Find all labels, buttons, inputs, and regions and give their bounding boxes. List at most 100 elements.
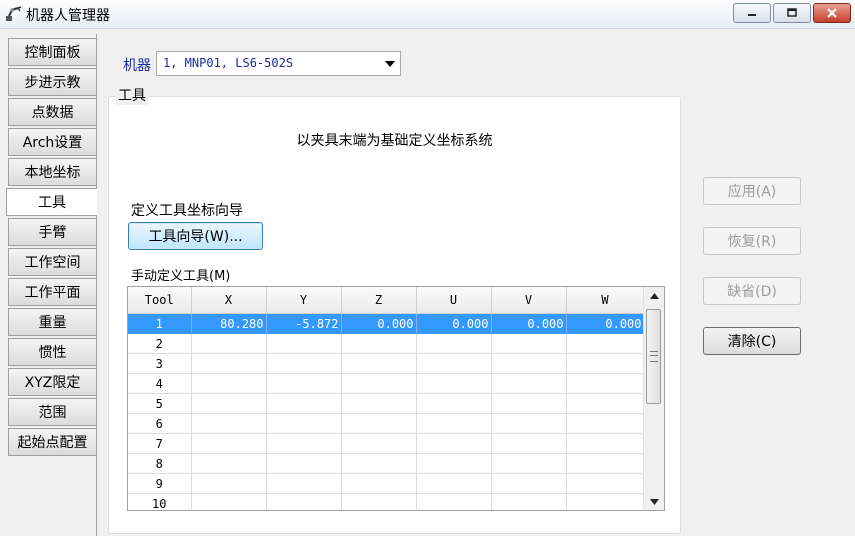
- z-cell[interactable]: [341, 473, 417, 494]
- u-cell[interactable]: [416, 393, 492, 414]
- tool-cell[interactable]: 7: [128, 433, 192, 454]
- y-cell[interactable]: [266, 373, 342, 394]
- scroll-thumb[interactable]: [646, 309, 661, 404]
- column-header-w[interactable]: W: [566, 287, 645, 314]
- v-cell[interactable]: [491, 333, 567, 354]
- u-cell[interactable]: [416, 333, 492, 354]
- close-button[interactable]: [813, 3, 851, 23]
- minimize-button[interactable]: [733, 3, 771, 23]
- y-cell[interactable]: [266, 393, 342, 414]
- y-cell[interactable]: [266, 473, 342, 494]
- x-cell[interactable]: [191, 473, 267, 494]
- u-cell[interactable]: [416, 433, 492, 454]
- y-cell[interactable]: [266, 493, 342, 510]
- x-cell[interactable]: [191, 413, 267, 434]
- tab-xyz-limits[interactable]: XYZ限定: [8, 368, 96, 396]
- w-cell[interactable]: [566, 493, 645, 510]
- z-cell[interactable]: [341, 493, 417, 510]
- v-cell[interactable]: [491, 413, 567, 434]
- y-cell[interactable]: [266, 433, 342, 454]
- restore-button[interactable]: 恢复(R): [703, 227, 801, 255]
- u-cell[interactable]: [416, 453, 492, 474]
- v-cell[interactable]: 0.000: [491, 313, 567, 334]
- v-cell[interactable]: [491, 453, 567, 474]
- z-cell[interactable]: [341, 333, 417, 354]
- table-row[interactable]: 7: [128, 433, 645, 454]
- x-cell[interactable]: [191, 333, 267, 354]
- w-cell[interactable]: [566, 353, 645, 374]
- tool-cell[interactable]: 9: [128, 473, 192, 494]
- tool-cell[interactable]: 4: [128, 373, 192, 394]
- w-cell[interactable]: [566, 433, 645, 454]
- v-cell[interactable]: [491, 393, 567, 414]
- clear-button[interactable]: 清除(C): [703, 327, 801, 355]
- y-cell[interactable]: [266, 453, 342, 474]
- tab-control-panel[interactable]: 控制面板: [8, 38, 96, 66]
- tab-local[interactable]: 本地坐标: [8, 158, 96, 186]
- x-cell[interactable]: [191, 433, 267, 454]
- v-cell[interactable]: [491, 493, 567, 510]
- tab-inertia[interactable]: 惯性: [8, 338, 96, 366]
- column-header-v[interactable]: V: [491, 287, 567, 314]
- tab-range[interactable]: 范围: [8, 398, 96, 426]
- z-cell[interactable]: [341, 393, 417, 414]
- default-button[interactable]: 缺省(D): [703, 277, 801, 305]
- w-cell[interactable]: [566, 413, 645, 434]
- x-cell[interactable]: 80.280: [191, 313, 267, 334]
- column-header-x[interactable]: X: [191, 287, 267, 314]
- tool-cell[interactable]: 1: [128, 313, 192, 334]
- v-cell[interactable]: [491, 473, 567, 494]
- tool-grid[interactable]: Tool X Y Z U V W 1 80.280 -5.872 0.000 0…: [127, 286, 665, 511]
- tool-cell[interactable]: 3: [128, 353, 192, 374]
- u-cell[interactable]: [416, 353, 492, 374]
- robot-select[interactable]: 1, MNP01, LS6-502S: [156, 51, 401, 76]
- table-row[interactable]: 10: [128, 493, 645, 510]
- u-cell[interactable]: [416, 493, 492, 510]
- tool-wizard-button[interactable]: 工具向导(W)...: [128, 222, 263, 250]
- w-cell[interactable]: [566, 393, 645, 414]
- tab-tools[interactable]: 工具: [6, 188, 97, 216]
- tool-cell[interactable]: 2: [128, 333, 192, 354]
- table-row[interactable]: 4: [128, 373, 645, 394]
- vertical-scrollbar[interactable]: [643, 287, 664, 510]
- z-cell[interactable]: 0.000: [341, 313, 417, 334]
- w-cell[interactable]: [566, 373, 645, 394]
- w-cell[interactable]: 0.000: [566, 313, 645, 334]
- tab-point-data[interactable]: 点数据: [8, 98, 96, 126]
- tool-cell[interactable]: 6: [128, 413, 192, 434]
- tab-home-config[interactable]: 起始点配置: [8, 428, 96, 456]
- u-cell[interactable]: [416, 473, 492, 494]
- x-cell[interactable]: [191, 393, 267, 414]
- table-row[interactable]: 2: [128, 333, 645, 354]
- column-header-y[interactable]: Y: [266, 287, 342, 314]
- z-cell[interactable]: [341, 353, 417, 374]
- z-cell[interactable]: [341, 433, 417, 454]
- maximize-button[interactable]: [773, 3, 811, 23]
- column-header-u[interactable]: U: [416, 287, 492, 314]
- tab-arch[interactable]: Arch设置: [8, 128, 96, 156]
- z-cell[interactable]: [341, 373, 417, 394]
- table-row[interactable]: 6: [128, 413, 645, 434]
- table-row[interactable]: 9: [128, 473, 645, 494]
- u-cell[interactable]: 0.000: [416, 313, 492, 334]
- w-cell[interactable]: [566, 333, 645, 354]
- column-header-z[interactable]: Z: [341, 287, 417, 314]
- tab-jog-teach[interactable]: 步进示教: [8, 68, 96, 96]
- tab-workspace[interactable]: 工作空间: [8, 248, 96, 276]
- tool-cell[interactable]: 8: [128, 453, 192, 474]
- z-cell[interactable]: [341, 413, 417, 434]
- u-cell[interactable]: [416, 373, 492, 394]
- table-row[interactable]: 3: [128, 353, 645, 374]
- v-cell[interactable]: [491, 353, 567, 374]
- tab-work-plane[interactable]: 工作平面: [8, 278, 96, 306]
- dropdown-arrow-icon[interactable]: [385, 61, 395, 67]
- scroll-down-button[interactable]: [644, 493, 664, 510]
- apply-button[interactable]: 应用(A): [703, 177, 801, 205]
- tab-weight[interactable]: 重量: [8, 308, 96, 336]
- tab-arm[interactable]: 手臂: [8, 218, 96, 246]
- y-cell[interactable]: -5.872: [266, 313, 342, 334]
- y-cell[interactable]: [266, 353, 342, 374]
- table-row[interactable]: 5: [128, 393, 645, 414]
- v-cell[interactable]: [491, 433, 567, 454]
- tool-cell[interactable]: 5: [128, 393, 192, 414]
